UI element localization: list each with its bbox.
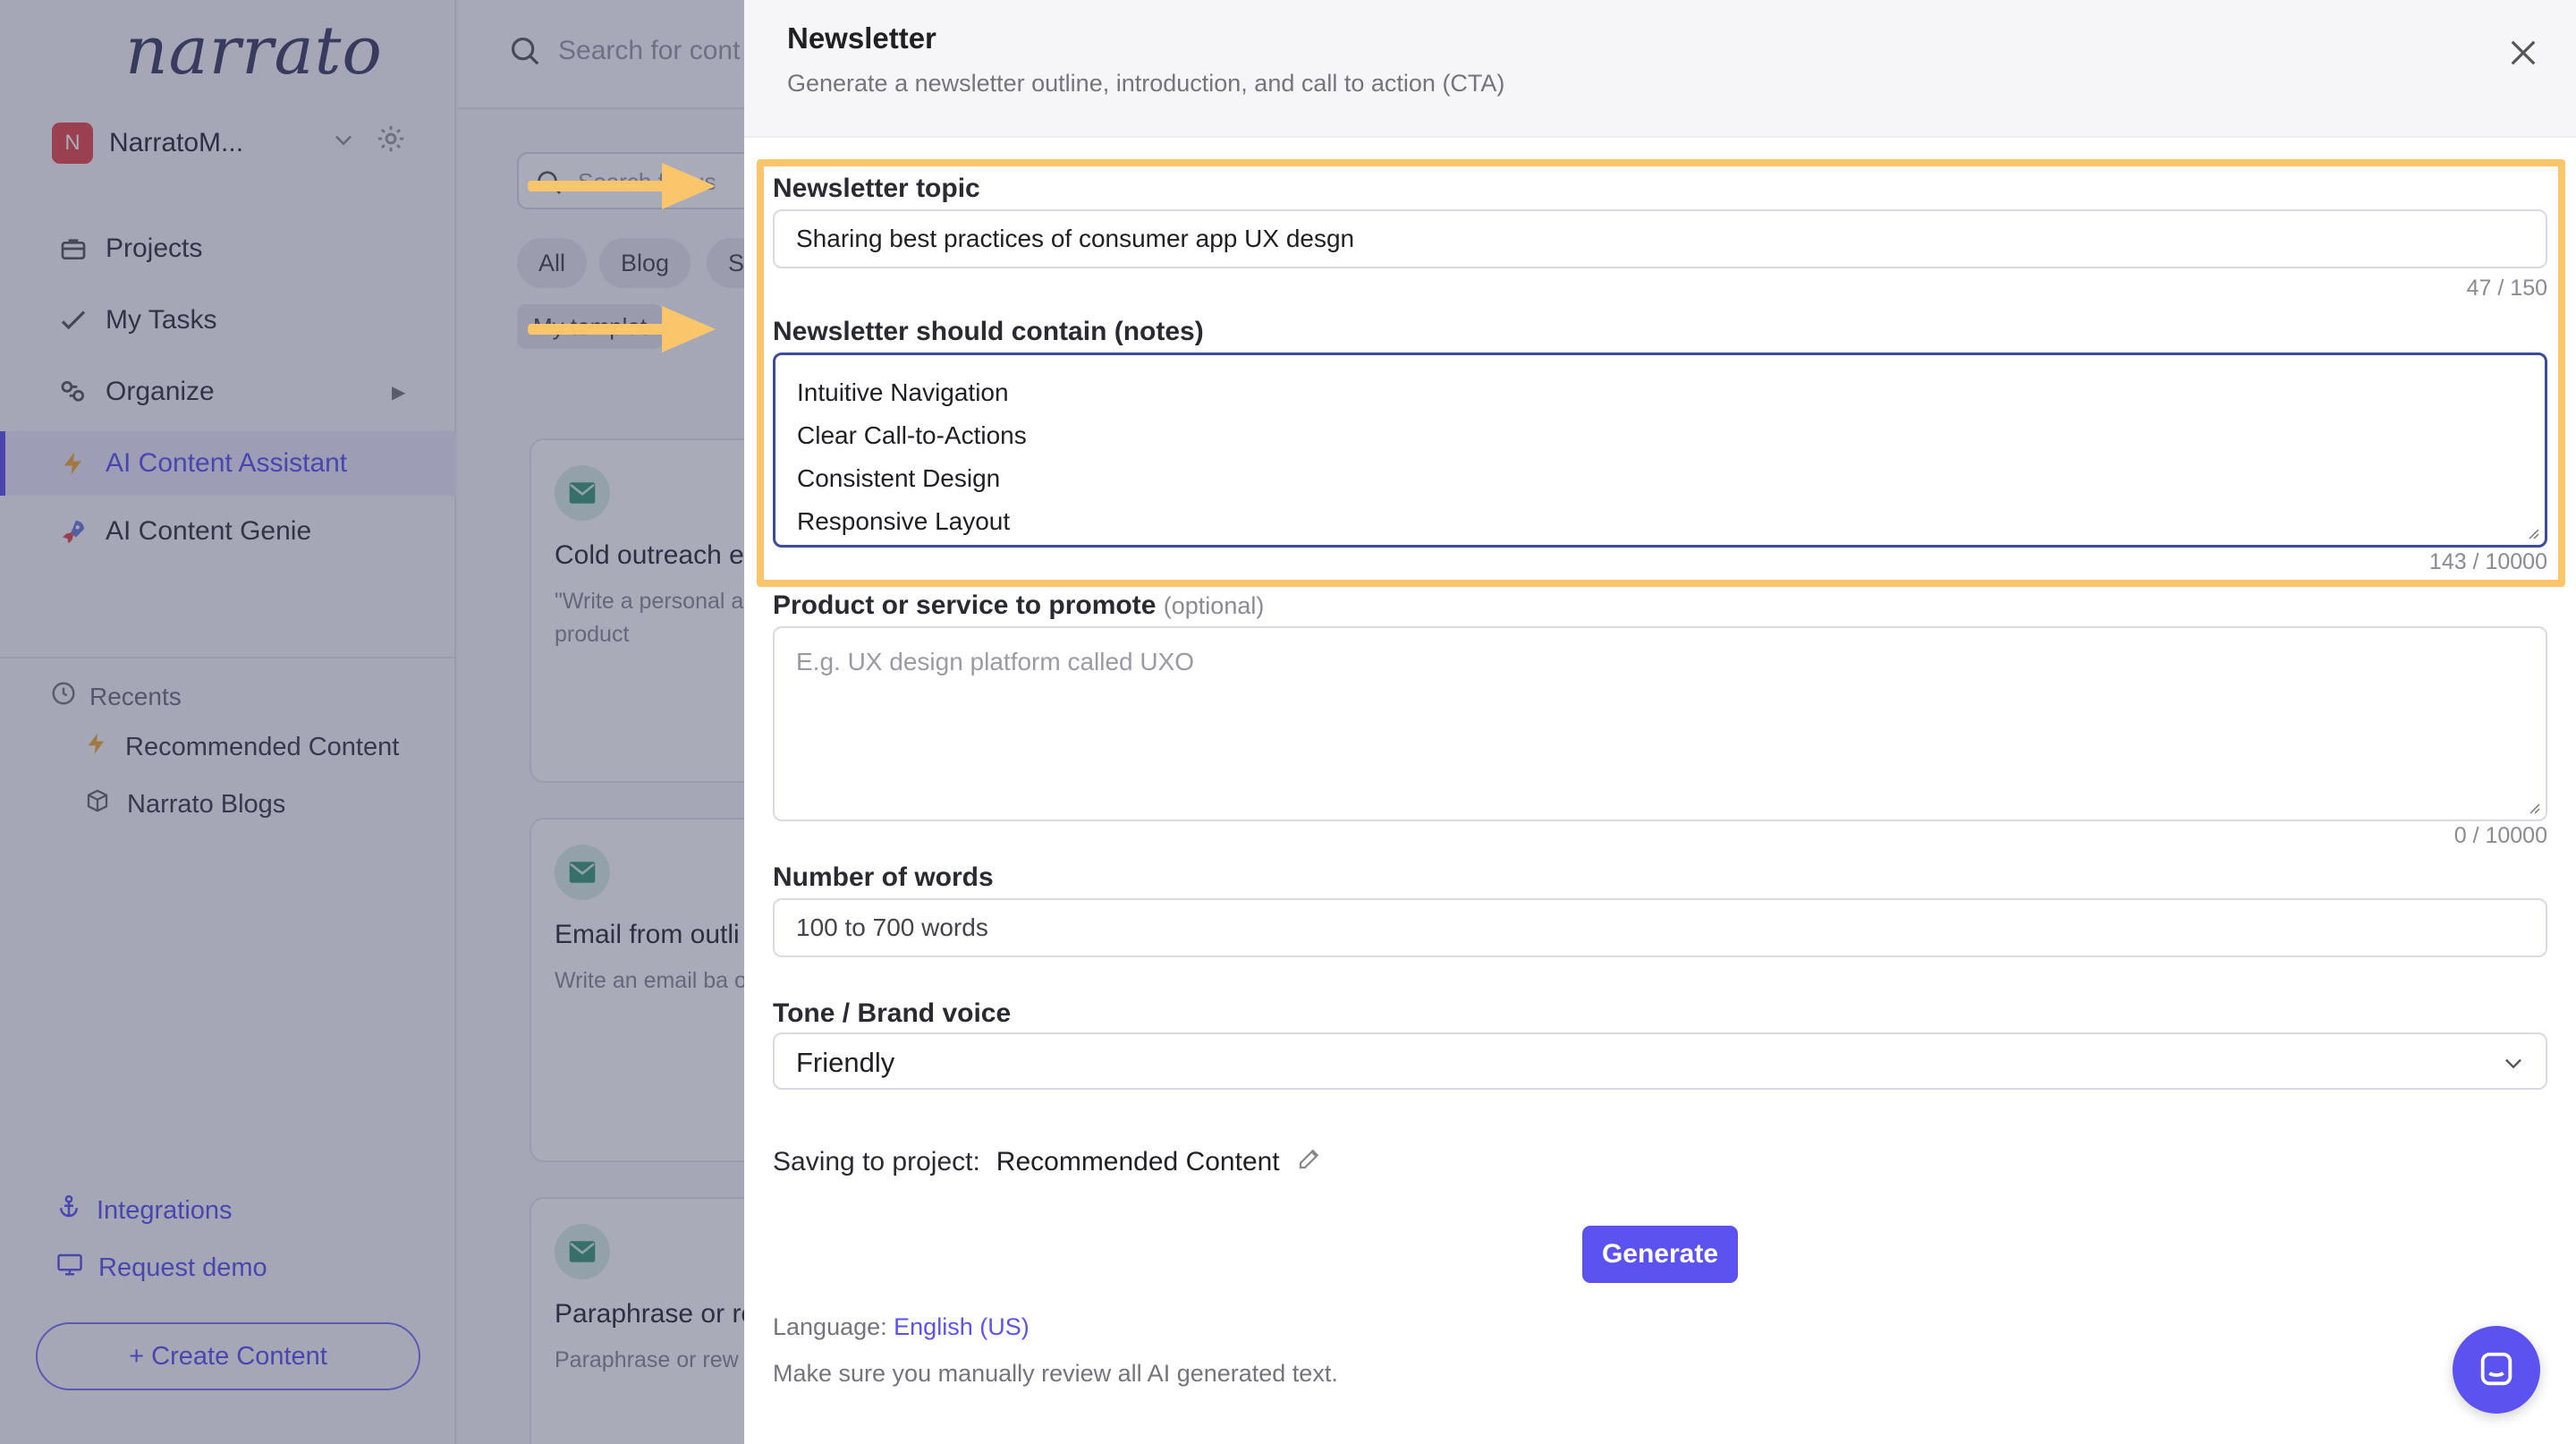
drawer-title: Newsletter (787, 21, 936, 55)
generate-button[interactable]: Generate (1582, 1226, 1738, 1283)
resize-handle-icon[interactable] (2525, 525, 2539, 539)
product-textarea[interactable]: E.g. UX design platform called UXO (773, 626, 2547, 821)
chat-launcher-button[interactable] (2453, 1326, 2540, 1414)
notes-line: Intuitive Navigation (797, 378, 1009, 406)
chevron-down-icon (2505, 1058, 2521, 1069)
drawer-subtitle: Generate a newsletter outline, introduct… (787, 70, 1505, 97)
newsletter-notes-textarea[interactable]: Intuitive Navigation Clear Call-to-Actio… (773, 353, 2547, 548)
notes-label: Newsletter should contain (notes) (773, 317, 1204, 346)
edit-icon[interactable] (1296, 1145, 1323, 1179)
drawer-header: Newsletter Generate a newsletter outline… (744, 0, 2576, 138)
product-label-text: Product or service to promote (773, 590, 1157, 620)
product-placeholder: E.g. UX design platform called UXO (796, 648, 1195, 675)
saving-label: Saving to project: (773, 1147, 980, 1176)
language-link[interactable]: English (US) (894, 1313, 1030, 1340)
chat-icon (2480, 1352, 2512, 1386)
close-icon[interactable] (2504, 34, 2542, 72)
notes-char-counter: 143 / 10000 (2428, 549, 2547, 574)
product-char-counter: 0 / 10000 (2453, 823, 2547, 848)
review-note: Make sure you manually review all AI gen… (773, 1360, 1338, 1387)
topic-label: Newsletter topic (773, 174, 980, 203)
saving-project-name: Recommended Content (996, 1147, 1280, 1176)
optional-tag: (optional) (1163, 592, 1265, 619)
notes-line: Responsive Layout (797, 507, 1011, 535)
words-label: Number of words (773, 862, 994, 892)
annotation-arrow (528, 306, 716, 353)
language-label: Language: (773, 1313, 887, 1340)
tone-label: Tone / Brand voice (773, 998, 1012, 1028)
annotation-arrow (528, 163, 716, 209)
language-setting: Language: English (US) (773, 1313, 1030, 1341)
resize-handle-icon[interactable] (2526, 800, 2540, 814)
notes-line: Consistent Design (797, 464, 1001, 492)
saving-to-project: Saving to project: Recommended Content (773, 1145, 1323, 1179)
newsletter-topic-input[interactable] (773, 209, 2547, 268)
modal-backdrop[interactable] (0, 0, 744, 1444)
tone-selected-value: Friendly (796, 1047, 895, 1078)
notes-line: Clear Call-to-Actions (797, 421, 1027, 449)
tone-select[interactable]: Friendly (773, 1032, 2547, 1090)
number-of-words-input[interactable] (773, 898, 2547, 957)
newsletter-drawer: Newsletter Generate a newsletter outline… (744, 0, 2576, 1444)
product-label: Product or service to promote (optional) (773, 590, 1264, 621)
topic-char-counter: 47 / 150 (2466, 276, 2547, 301)
